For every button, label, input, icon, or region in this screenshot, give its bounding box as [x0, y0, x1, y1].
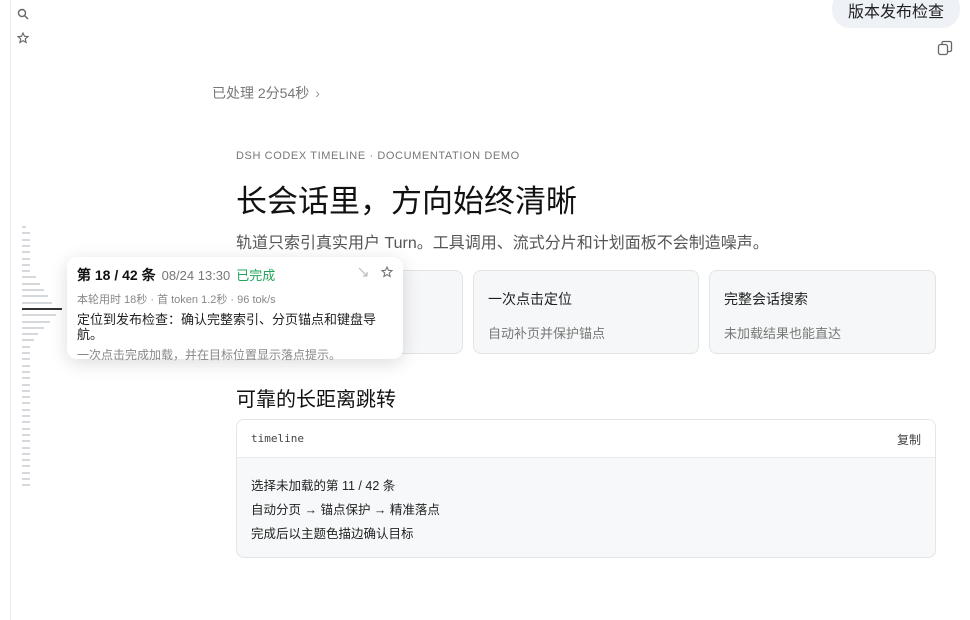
sidebar-rail — [0, 0, 11, 620]
article-kicker: DSH CODEX TIMELINE · DOCUMENTATION DEMO — [236, 150, 520, 162]
timeline-tick[interactable] — [22, 238, 30, 241]
timeline-tick[interactable] — [22, 244, 30, 247]
turn-datetime: 08/24 13:30 — [161, 268, 231, 283]
feature-card-desc: 未加载结果也能直达 — [724, 326, 842, 341]
feature-card: 完整会话搜索 未加载结果也能直达 — [709, 270, 936, 354]
timeline-tick[interactable] — [22, 402, 30, 405]
timeline-tick[interactable] — [22, 446, 30, 449]
code-copy-button[interactable]: 复制 — [897, 431, 921, 448]
timeline-tick[interactable] — [22, 314, 56, 317]
timeline-tick[interactable] — [22, 377, 30, 380]
code-line: 完成后以主题色描边确认目标 — [251, 527, 414, 541]
feature-card-title: 一次点击定位 — [488, 291, 572, 307]
code-block-header: timeline 复制 — [237, 420, 935, 458]
timeline-tick[interactable] — [22, 433, 30, 436]
code-block: timeline 复制 选择未加载的第 11 / 42 条 自动分页 → 锚点保… — [236, 419, 936, 558]
timeline-tick[interactable] — [22, 484, 30, 487]
chevron-right-icon: › — [315, 85, 320, 101]
feature-card-title: 完整会话搜索 — [724, 291, 808, 307]
timeline-tick[interactable] — [22, 289, 44, 291]
code-line: 选择未加载的第 11 / 42 条 — [251, 479, 396, 493]
timeline-tick[interactable] — [22, 345, 30, 348]
timeline-tick[interactable] — [22, 383, 30, 386]
turn-meta: 本轮用时 18秒 · 首 token 1.2秒 · 96 tok/s — [77, 294, 276, 306]
turn-index: 第 18 / 42 条 — [77, 267, 156, 283]
turn-title: 定位到发布检查：确认完整索引、分页锚点和键盘导航。 — [77, 312, 377, 342]
timeline-tick[interactable] — [22, 257, 30, 260]
user-message-text: 版本发布检查 — [847, 4, 944, 21]
feature-card: 一次点击定位 自动补页并保护锚点 — [473, 270, 699, 354]
timeline-tick[interactable] — [22, 307, 62, 310]
timeline-tick[interactable] — [22, 232, 30, 235]
timeline-tick[interactable] — [22, 452, 30, 455]
timeline-tick[interactable] — [22, 440, 30, 443]
timeline-tick[interactable] — [22, 408, 30, 411]
timeline-tick[interactable] — [22, 263, 30, 266]
copy-icon[interactable] — [937, 40, 953, 56]
timeline-tick[interactable] — [22, 364, 30, 367]
timeline-tick[interactable] — [22, 427, 30, 430]
processed-toggle[interactable]: 已处理 2分54秒 › — [212, 83, 320, 103]
code-line: 自动分页 → 锚点保护 → 精准落点 — [251, 503, 440, 517]
timeline-tick[interactable] — [22, 333, 38, 336]
user-message-bubble: 版本发布检查 — [832, 0, 960, 28]
article-headline: 长会话里，方向始终清晰 — [236, 184, 577, 219]
timeline-tick[interactable] — [22, 370, 30, 373]
timeline-tick[interactable] — [22, 471, 30, 474]
timeline-tick[interactable] — [22, 276, 36, 279]
timeline-tick[interactable] — [22, 295, 48, 298]
timeline-tick[interactable] — [22, 282, 40, 285]
timeline-tick[interactable] — [22, 415, 30, 417]
code-language-label: timeline — [251, 432, 304, 445]
timeline-tick[interactable] — [22, 389, 30, 392]
timeline-tick[interactable] — [22, 320, 50, 323]
timeline-tick[interactable] — [22, 352, 30, 354]
section-title: 可靠的长距离跳转 — [236, 389, 396, 411]
star-icon[interactable] — [380, 265, 394, 283]
timeline-tick[interactable] — [22, 270, 30, 273]
timeline-rail[interactable] — [22, 226, 62, 496]
turn-desc: 一次点击完成加载，并在目标位置显示落点提示。 — [77, 348, 342, 362]
timeline-tick[interactable] — [22, 339, 34, 342]
feature-card-desc: 自动补页并保护锚点 — [488, 326, 606, 341]
timeline-tick[interactable] — [22, 459, 30, 462]
timeline-tick[interactable] — [22, 326, 44, 329]
timeline-tick[interactable] — [22, 421, 30, 424]
timeline-tick[interactable] — [22, 465, 30, 468]
star-icon[interactable] — [16, 31, 30, 45]
timeline-tick[interactable] — [22, 226, 26, 228]
timeline-tick[interactable] — [22, 396, 30, 399]
article-subline: 轨道只索引真实用户 Turn。工具调用、流式分片和计划面板不会制造噪声。 — [236, 235, 769, 252]
timeline-tick[interactable] — [22, 478, 30, 480]
timeline-popover: 第 18 / 42 条 08/24 13:30 已完成 本轮用时 18秒 · 首… — [67, 257, 403, 362]
timeline-tick[interactable] — [22, 251, 30, 254]
timeline-tick[interactable] — [22, 358, 30, 361]
timeline-tick[interactable] — [22, 301, 52, 304]
branch-icon[interactable] — [357, 265, 369, 283]
processed-label: 已处理 2分54秒 — [212, 85, 310, 101]
turn-status-badge: 已完成 — [236, 268, 276, 283]
search-icon[interactable] — [16, 7, 30, 21]
